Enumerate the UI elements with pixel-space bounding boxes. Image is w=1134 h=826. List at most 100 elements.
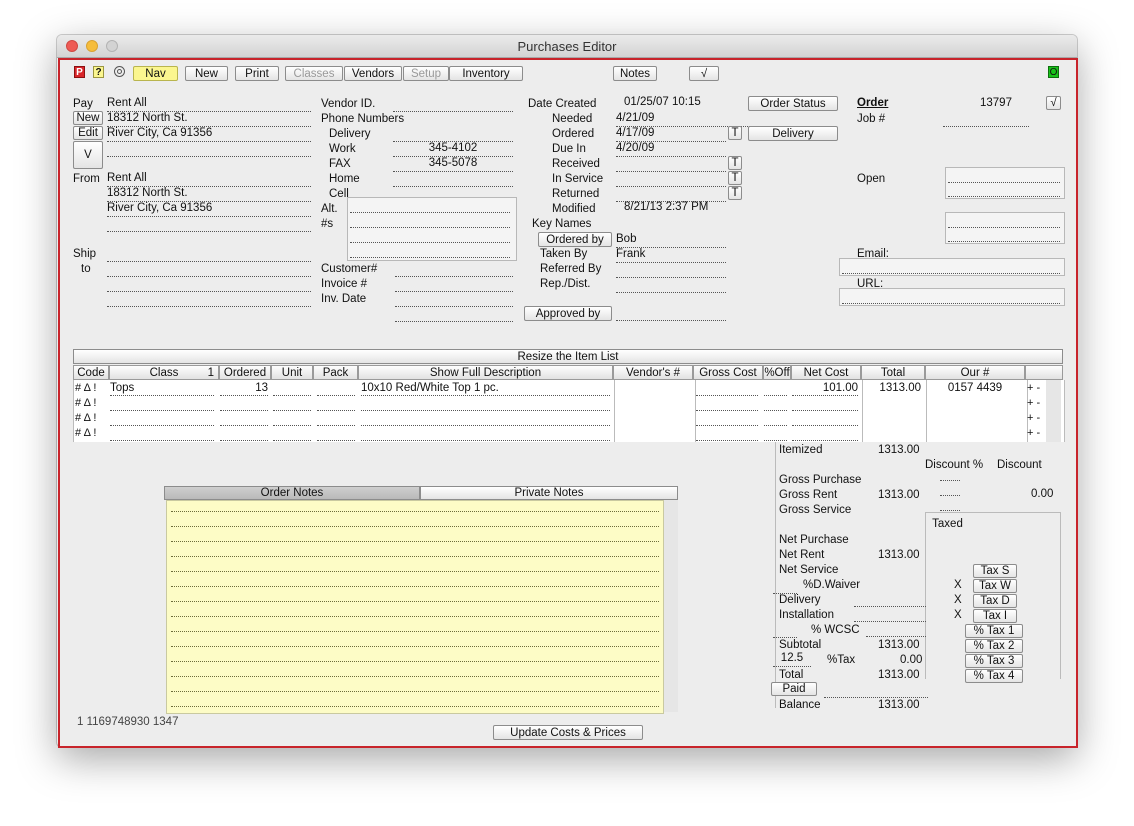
o-status-button[interactable]: O [1048,66,1059,78]
cell-gross[interactable] [696,412,758,426]
classes-button[interactable]: Classes [285,66,343,81]
p-button[interactable]: P [74,66,85,78]
ordered-today-button[interactable]: T [728,126,742,140]
tax-i-button[interactable]: Tax I [973,609,1017,623]
tax-d-button[interactable]: Tax D [973,594,1017,608]
row-add-remove-buttons[interactable]: + - [1027,412,1040,424]
wcsc-percent-field[interactable] [773,623,797,638]
ordered-date-field[interactable]: 4/17/09 [616,127,726,142]
cell-off[interactable] [764,427,787,441]
header-unit[interactable]: Unit [271,365,313,380]
tax-w-button[interactable]: Tax W [973,579,1017,593]
cell-net[interactable] [792,427,858,441]
header-total[interactable]: Total [861,365,925,380]
from-line-3[interactable]: River City, Ca 91356 [107,202,311,217]
row-code-symbols[interactable]: # Δ ! [75,397,96,409]
cell-ordered[interactable] [220,397,268,411]
order-notes-textarea[interactable] [166,500,664,714]
cell-net[interactable] [792,412,858,426]
tax-1-button[interactable]: % Tax 1 [965,624,1023,638]
nav-button[interactable]: Nav [133,66,178,81]
cell-net[interactable]: 101.00 [792,382,858,396]
url-field[interactable] [839,288,1065,306]
approved-by-button[interactable]: Approved by [524,306,612,321]
tax-3-button[interactable]: % Tax 3 [965,654,1023,668]
taken-by-field[interactable]: Frank [616,248,726,263]
open-box[interactable] [945,167,1065,199]
ship-line-3[interactable] [107,277,311,292]
header-gross-cost[interactable]: Gross Cost [693,365,763,380]
cell-class[interactable] [110,397,214,411]
cell-ordered[interactable] [220,427,268,441]
order-status-button[interactable]: Order Status [748,96,838,111]
cell-class[interactable]: Tops [110,382,214,396]
invoice-number-field[interactable] [395,277,513,292]
cell-unit[interactable] [273,412,311,426]
cell-unit[interactable] [273,397,311,411]
notes-button[interactable]: Notes [613,66,657,81]
in-service-field[interactable] [616,172,726,187]
cell-desc[interactable] [361,412,610,426]
item-list-scrollbar[interactable] [1046,380,1061,442]
approved-by-field[interactable] [616,306,726,321]
referred-by-field[interactable] [616,263,726,278]
pay-line-1[interactable]: Rent All [107,97,311,112]
new-button[interactable]: New [185,66,228,81]
pay-edit-button[interactable]: Edit [73,126,103,140]
in-service-today-button[interactable]: T [728,171,742,185]
received-today-button[interactable]: T [728,156,742,170]
invoice-date-field[interactable] [395,292,513,307]
pay-line-4[interactable] [107,142,311,157]
row-add-remove-buttons[interactable]: + - [1027,427,1040,439]
cell-pack[interactable] [317,412,355,426]
header-percent-off[interactable]: %Off [763,365,791,380]
fax-field[interactable]: 345-5078 [393,157,513,172]
header-code[interactable]: Code [73,365,109,380]
delivery-button[interactable]: Delivery [748,126,838,141]
vendors-button[interactable]: Vendors [344,66,402,81]
pay-v-button[interactable]: V [73,141,103,169]
from-line-2[interactable]: 18312 North St. [107,187,311,202]
damage-waiver-percent-field[interactable] [773,579,797,594]
extra-box[interactable] [945,212,1065,244]
delivery-phone-field[interactable] [393,127,513,142]
wcsc-field[interactable] [866,622,926,637]
cell-desc[interactable] [361,397,610,411]
delivery-charge-field[interactable] [854,592,926,607]
due-in-field[interactable]: 4/20/09 [616,142,726,157]
vendor-id-field[interactable] [393,97,513,112]
cell-desc[interactable]: 10x10 Red/White Top 1 pc. [361,382,610,396]
customer-number-field[interactable] [395,262,513,277]
help-button[interactable]: ? [93,66,104,78]
cell-gross[interactable] [696,382,758,396]
row-code-symbols[interactable]: # Δ ! [75,412,96,424]
cell-class[interactable] [110,412,214,426]
notes-scrollbar[interactable] [664,500,678,712]
cell-off[interactable] [764,412,787,426]
cell-ordered[interactable]: 13 [220,382,268,396]
cell-pack[interactable] [317,397,355,411]
ship-line-2[interactable] [107,262,311,277]
rep-dist-field[interactable] [616,278,726,293]
job-number-field[interactable] [943,112,1029,127]
row-add-remove-buttons[interactable]: + - [1027,382,1040,394]
ship-line-4[interactable] [107,292,311,307]
row-add-remove-buttons[interactable]: + - [1027,397,1040,409]
header-class[interactable]: Class 1 [109,365,219,380]
cell-pack[interactable] [317,427,355,441]
paid-button[interactable]: Paid [771,682,817,696]
target-icon[interactable] [114,66,125,77]
header-pack[interactable]: Pack [313,365,358,380]
ordered-by-field[interactable]: Bob [616,233,726,248]
received-field[interactable] [616,157,726,172]
from-line-4[interactable] [107,217,311,232]
check-button[interactable]: √ [689,66,719,81]
inventory-button[interactable]: Inventory [449,66,523,81]
tab-order-notes[interactable]: Order Notes [164,486,420,500]
tax-rate-field[interactable]: 12.5 [773,652,811,667]
cell-desc[interactable] [361,427,610,441]
tab-private-notes[interactable]: Private Notes [420,486,678,500]
cell-unit[interactable] [273,427,311,441]
ordered-by-button[interactable]: Ordered by [538,232,612,247]
cell-unit[interactable] [273,382,311,396]
